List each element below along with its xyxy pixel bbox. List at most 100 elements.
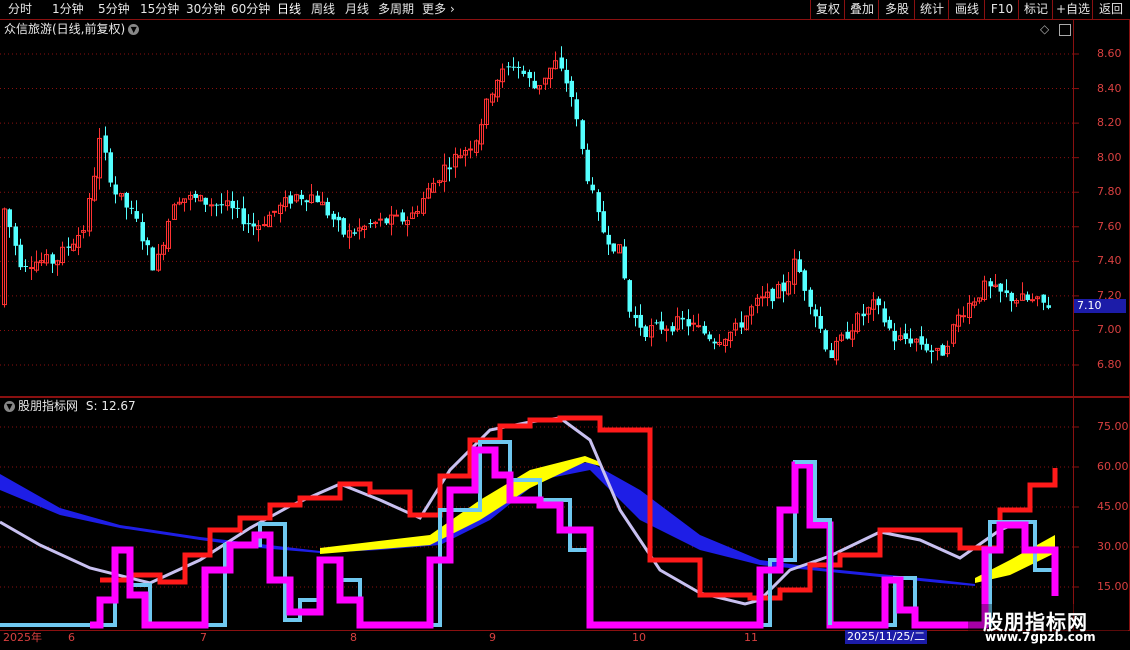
candle-body-down xyxy=(193,193,198,198)
date-label-nov: 11 xyxy=(744,631,758,644)
candle-body-down xyxy=(569,80,574,97)
candle-body-down xyxy=(924,343,929,351)
candle-body-down xyxy=(707,334,712,340)
candle-body-down xyxy=(304,200,309,203)
stock-chart-svg[interactable] xyxy=(0,0,1130,650)
candle-body-down xyxy=(654,322,659,324)
candle-body-down xyxy=(1046,305,1051,308)
candle-body-up xyxy=(394,214,399,217)
candle-body-down xyxy=(670,326,675,332)
red-step-line xyxy=(100,415,1058,601)
indicator-axis-label: 45.00 xyxy=(1097,500,1129,513)
candle-body-down xyxy=(134,211,139,219)
candle-body-up xyxy=(696,325,701,328)
candle-body-down xyxy=(288,195,293,204)
candle-body-down xyxy=(596,192,601,213)
candle-body-down xyxy=(299,194,304,200)
candle-body-down xyxy=(352,232,357,234)
candle-body-down xyxy=(797,259,802,272)
candle-body-down xyxy=(230,200,235,209)
indicator-axis-label: 30.00 xyxy=(1097,540,1129,553)
candle-body-down xyxy=(246,223,251,225)
candle-body-down xyxy=(368,223,373,225)
candle-body-down xyxy=(919,336,924,345)
candle-body-up xyxy=(209,204,214,207)
candle-body-down xyxy=(845,331,850,339)
price-axis-label: 7.00 xyxy=(1097,323,1122,337)
candle-body-down xyxy=(998,283,1003,292)
candle-body-down xyxy=(331,213,336,220)
candle-body-up xyxy=(468,148,473,151)
candle-body-up xyxy=(760,296,765,299)
candle-body-down xyxy=(315,195,320,203)
candle-body-down xyxy=(113,184,118,195)
indicator-axis-label: 60.00 xyxy=(1097,460,1129,473)
candle-body-up xyxy=(262,224,267,227)
candle-body-down xyxy=(447,167,452,170)
candle-body-down xyxy=(108,152,113,183)
candle-body-down xyxy=(929,350,934,352)
candle-body-down xyxy=(861,313,866,317)
candle-body-down xyxy=(818,315,823,329)
candle-body-down xyxy=(823,330,828,350)
price-axis-label: 6.80 xyxy=(1097,358,1122,371)
date-cursor-label: 2025/11/25/二 xyxy=(845,630,928,644)
candle-body-down xyxy=(580,120,585,149)
candle-body-down xyxy=(219,204,224,206)
candle-body-up xyxy=(691,322,696,325)
candle-body-down xyxy=(506,66,511,68)
date-label-aug: 8 xyxy=(350,631,357,644)
candle-body-down xyxy=(341,218,346,235)
candle-body-down xyxy=(574,99,579,120)
candle-body-down xyxy=(680,317,685,320)
candle-body-down xyxy=(585,149,590,182)
date-label-sep: 9 xyxy=(489,631,496,644)
candle-body-down xyxy=(521,70,526,74)
candle-body-down xyxy=(622,246,627,279)
candle-body-down xyxy=(781,282,786,292)
candle-body-up xyxy=(29,267,34,270)
watermark: 股朋指标网 www.7gpzb.com xyxy=(968,604,1128,648)
candle-body-down xyxy=(829,350,834,359)
candle-body-down xyxy=(739,322,744,328)
candle-body-down xyxy=(903,333,908,340)
candle-body-down xyxy=(140,222,145,242)
candle-body-down xyxy=(712,341,717,344)
candle-body-down xyxy=(887,319,892,329)
candle-body-down xyxy=(527,72,532,79)
watermark-url: www.7gpzb.com xyxy=(985,630,1096,644)
candle-body-down xyxy=(203,197,208,205)
candle-body-down xyxy=(129,207,134,209)
candle-body-down xyxy=(214,204,219,206)
candle-body-up xyxy=(272,210,277,213)
candle-body-down xyxy=(627,280,632,312)
candle-body-down xyxy=(7,209,12,228)
candle-body-down xyxy=(892,330,897,342)
candle-body-down xyxy=(882,308,887,323)
candle-body-down xyxy=(633,314,638,319)
candle-body-down xyxy=(659,321,664,330)
candle-body-down xyxy=(400,212,405,222)
candle-body-down xyxy=(511,66,516,68)
candle-body-down xyxy=(235,207,240,209)
candle-body-down xyxy=(1004,290,1009,294)
candle-body-down xyxy=(601,211,606,233)
candle-body-down xyxy=(808,289,813,307)
candle-body-down xyxy=(813,309,818,317)
candle-body-down xyxy=(940,345,945,356)
candle-body-down xyxy=(532,80,537,89)
candle-body-down xyxy=(908,338,913,344)
candle-body-down xyxy=(145,240,150,246)
price-axis-label: 7.80 xyxy=(1097,185,1122,199)
candle-body-down xyxy=(50,254,55,264)
current-price-tag: 7.10 xyxy=(1074,299,1126,313)
candle-body-down xyxy=(770,288,775,302)
candle-body-down xyxy=(802,270,807,291)
candle-body-down xyxy=(876,298,881,306)
candle-body-down xyxy=(988,281,993,287)
candle-body-down xyxy=(1009,292,1014,302)
candle-body-down xyxy=(13,226,18,246)
candle-body-down xyxy=(150,247,155,271)
candle-body-down xyxy=(590,184,595,191)
candle-body-down xyxy=(66,246,71,248)
